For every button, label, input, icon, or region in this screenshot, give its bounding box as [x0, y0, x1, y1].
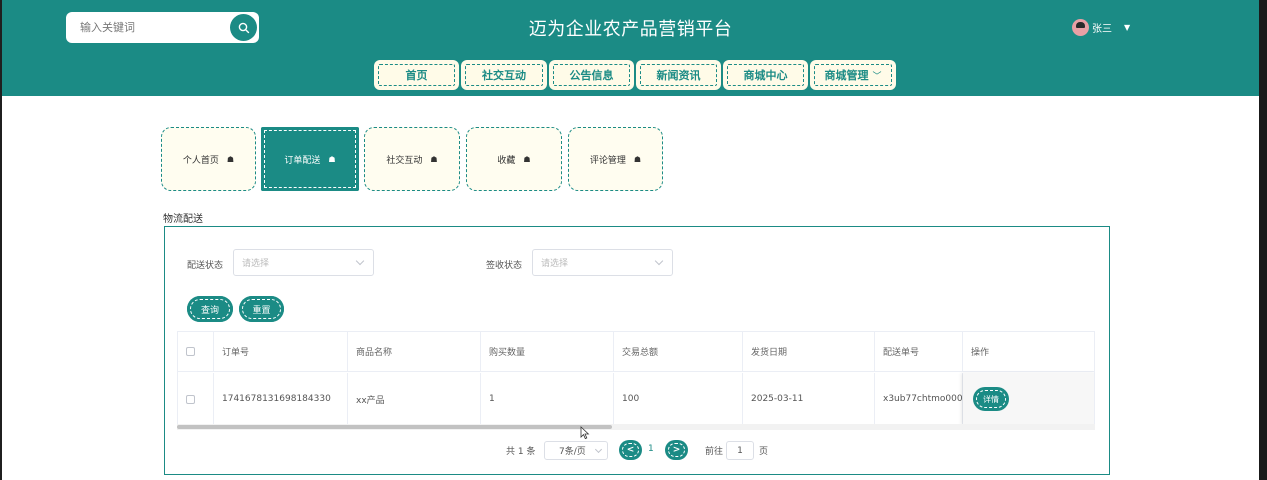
window-frame-left	[0, 0, 2, 480]
tab-label: 评论管理	[589, 155, 626, 166]
page-size-select[interactable]: 7条/页	[544, 441, 608, 460]
delivery-status-label: 配送状态	[187, 261, 224, 271]
delivery-table: 订单号 商品名称 购买数量 交易总额 发货日期 配送单号 操作 17416781…	[177, 331, 1095, 429]
goto-prefix: 前往	[705, 447, 724, 457]
tab-label: 收藏	[497, 155, 516, 166]
nav-item-mall-admin[interactable]: 商城管理 ﹀	[812, 62, 894, 88]
tab-label: 个人首页	[182, 155, 219, 166]
select-all-checkbox[interactable]	[186, 347, 195, 356]
chevron-down-icon	[594, 445, 603, 454]
action-cell: 详情	[963, 373, 1094, 425]
column-header: 交易总额	[614, 332, 743, 372]
tab-favorites[interactable]: 收藏 ☗	[466, 127, 562, 191]
nav-item-label: 商城中心	[743, 69, 788, 82]
order-no-cell: 1741678131698184330	[214, 373, 348, 425]
column-header: 购买数量	[481, 332, 614, 372]
tab-order-delivery[interactable]: 订单配送 ☗	[261, 127, 359, 191]
home-icon: ☗	[226, 154, 235, 164]
query-button[interactable]: 查询	[187, 296, 233, 322]
tab-label: 社交互动	[386, 155, 423, 166]
home-icon: ☗	[633, 154, 642, 164]
home-icon: ☗	[328, 154, 336, 164]
section-title: 物流配送	[163, 214, 203, 225]
tab-social[interactable]: 社交互动 ☗	[364, 127, 460, 191]
site-title: 迈为企业农产品营销平台	[528, 19, 733, 40]
receipt-status-select[interactable]: 请选择	[532, 249, 673, 276]
chevron-down-icon: ﹀	[872, 71, 882, 82]
nav-item-label: 首页	[405, 69, 428, 82]
user-name: 张三	[1092, 24, 1112, 35]
caret-down-icon: ▼	[1124, 23, 1131, 32]
nav-item-news[interactable]: 新闻资讯	[638, 62, 719, 88]
goto-page-input[interactable]	[726, 441, 754, 460]
column-header: 配送单号	[875, 332, 963, 372]
column-header: 商品名称	[348, 332, 481, 372]
ship-date-cell: 2025-03-11	[743, 373, 875, 425]
nav-item-label: 新闻资讯	[656, 69, 701, 82]
page-size-value: 7条/页	[559, 447, 586, 457]
main-nav: 首页 社交互动 公告信息 新闻资讯 商城中心 商城管理 ﹀	[2, 53, 1259, 96]
home-icon: ☗	[430, 154, 438, 164]
tab-personal-home[interactable]: 个人首页 ☗	[161, 127, 256, 191]
row-checkbox[interactable]	[186, 394, 195, 404]
chevron-down-icon	[355, 256, 365, 266]
home-icon: ☗	[523, 154, 531, 164]
row-select-cell	[178, 373, 214, 425]
goto-suffix: 页	[759, 447, 769, 457]
reset-button[interactable]: 重置	[239, 296, 284, 322]
header-select-all	[178, 332, 214, 372]
delivery-status-select[interactable]: 请选择	[233, 249, 374, 276]
nav-item-social[interactable]: 社交互动	[463, 62, 545, 88]
nav-item-label: 公告信息	[569, 69, 614, 82]
column-header: 订单号	[214, 332, 348, 372]
user-menu[interactable]: 张三 ▼	[1072, 19, 1130, 36]
nav-item-label: 社交互动	[482, 69, 526, 82]
nav-item-label: 商城管理	[824, 69, 869, 82]
chevron-down-icon	[654, 256, 664, 266]
column-header: 发货日期	[743, 332, 875, 372]
window-frame-right	[1259, 0, 1267, 480]
nav-item-mall[interactable]: 商城中心	[725, 62, 806, 88]
prev-page-button[interactable]: <	[619, 440, 642, 460]
column-header: 操作	[963, 332, 1094, 372]
select-placeholder: 请选择	[541, 259, 569, 269]
horizontal-scrollbar[interactable]	[177, 424, 1095, 430]
receipt-status-label: 签收状态	[486, 261, 523, 271]
detail-button[interactable]: 详情	[973, 387, 1009, 411]
quantity-cell: 1	[481, 373, 614, 425]
tab-label: 订单配送	[284, 155, 321, 166]
product-name-cell: xx产品	[348, 373, 481, 425]
delivery-no-cell: x3ub77chtmo00000	[875, 373, 963, 425]
page-number-current[interactable]: 1	[648, 444, 654, 454]
select-placeholder: 请选择	[242, 259, 270, 269]
total-cell: 100	[614, 373, 743, 425]
avatar	[1072, 19, 1089, 36]
pagination-total: 共 1 条	[506, 447, 536, 457]
nav-item-announcements[interactable]: 公告信息	[551, 62, 632, 88]
tab-comments[interactable]: 评论管理 ☗	[568, 127, 663, 191]
top-header: 迈为企业农产品营销平台 张三 ▼	[2, 0, 1259, 53]
scrollbar-thumb[interactable]	[177, 425, 612, 429]
mouse-cursor-icon	[580, 426, 590, 440]
nav-item-home[interactable]: 首页	[376, 62, 457, 88]
next-page-button[interactable]: >	[665, 440, 688, 460]
